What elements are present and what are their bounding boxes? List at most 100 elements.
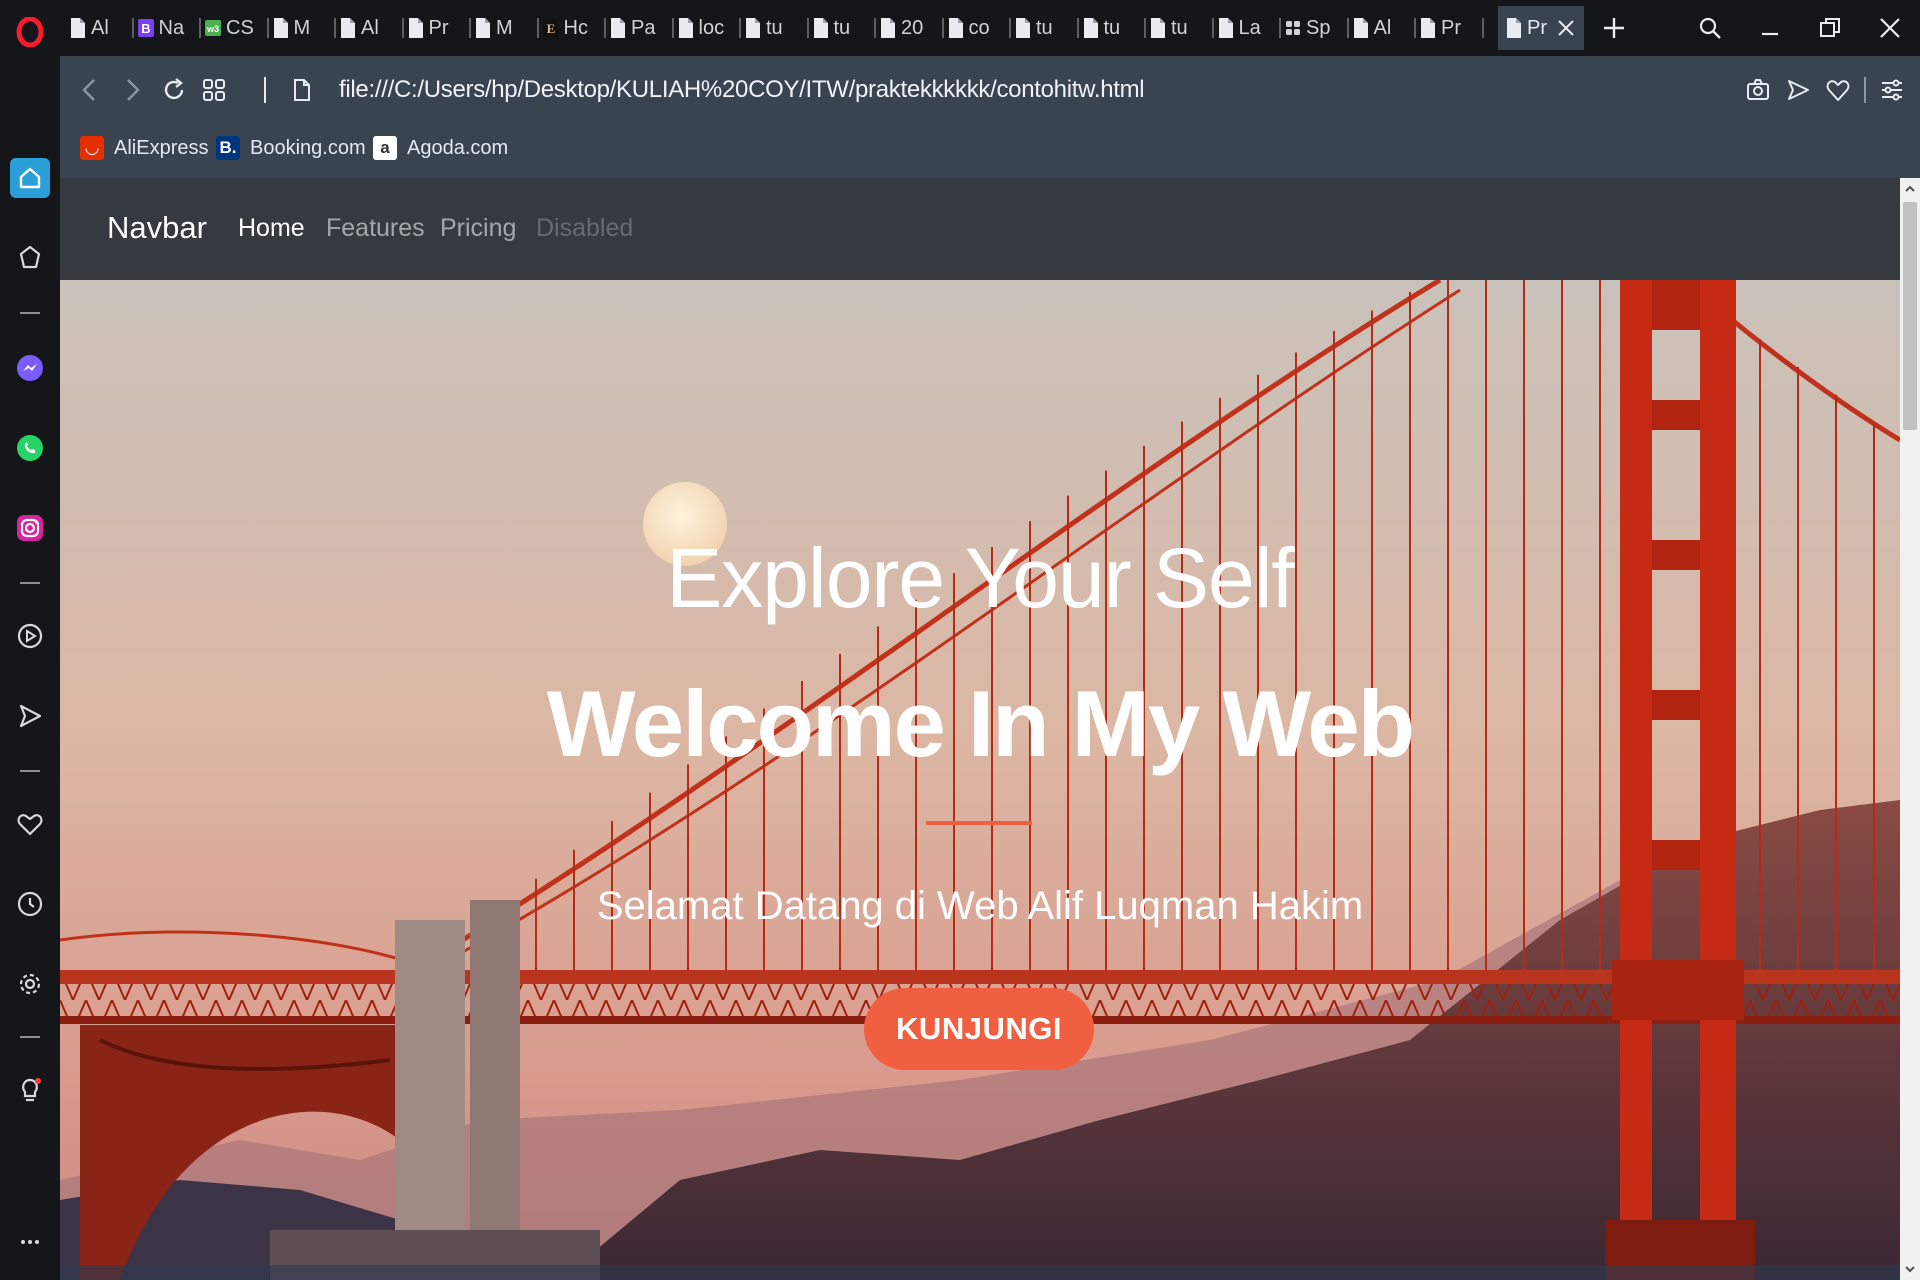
player-icon[interactable] xyxy=(10,616,50,656)
file-icon xyxy=(746,18,760,38)
instagram-icon[interactable] xyxy=(10,508,50,548)
restore-button[interactable] xyxy=(1808,8,1852,48)
bookmark-agoda[interactable]: a Agoda.com xyxy=(373,130,508,166)
tab-divider xyxy=(1009,18,1011,38)
nav-link-home[interactable]: Home xyxy=(238,214,305,243)
close-icon xyxy=(1880,18,1900,38)
file-icon xyxy=(71,18,85,38)
svg-text:w3: w3 xyxy=(206,24,219,34)
browser-window: Al B Na w3 CS M Al Pr M E Hc Pa loc tu tu 20 co tu tu tu La S… xyxy=(0,0,1920,1280)
bookmark-aliexpress[interactable]: ◡ AliExpress xyxy=(80,130,208,166)
tab-divider xyxy=(874,18,876,38)
file-icon xyxy=(678,18,693,38)
close-tab-icon[interactable] xyxy=(1557,19,1575,37)
tab-label: co xyxy=(968,16,990,39)
tab[interactable]: co xyxy=(948,6,1011,50)
web-page: Navbar Home Features Pricing Disabled Ex… xyxy=(60,178,1900,1280)
tab[interactable]: B Na xyxy=(137,6,201,50)
kunjungi-button[interactable]: KUNJUNGI xyxy=(864,988,1094,1070)
tab[interactable]: tu xyxy=(813,6,876,50)
whatsapp-icon[interactable] xyxy=(10,428,50,468)
tab-divider xyxy=(1076,18,1079,38)
scroll-up-icon[interactable] xyxy=(1903,182,1917,196)
tab-label: tu xyxy=(1171,16,1188,39)
more-dots-icon[interactable] xyxy=(10,1222,50,1262)
nav-link-features[interactable]: Features xyxy=(326,214,425,243)
tab-divider xyxy=(536,18,539,38)
tab[interactable]: Al xyxy=(70,6,134,50)
snapshot-button[interactable] xyxy=(1740,72,1776,108)
tab-divider xyxy=(199,18,201,38)
scroll-down-icon[interactable] xyxy=(1903,1262,1917,1276)
tab-divider xyxy=(131,18,134,38)
sidebar-divider xyxy=(20,770,40,772)
opera-logo-icon[interactable] xyxy=(10,12,50,52)
hero-subtitle: Explore Your Self xyxy=(666,531,1294,625)
new-tab-button[interactable] xyxy=(1592,8,1636,48)
heart-icon[interactable] xyxy=(10,804,50,844)
tab[interactable]: 20 xyxy=(880,6,944,50)
navbar-brand[interactable]: Navbar xyxy=(107,210,207,246)
tab[interactable]: loc xyxy=(678,6,741,50)
easy-setup-button[interactable] xyxy=(1874,72,1910,108)
file-icon xyxy=(1353,18,1368,38)
tab-overview-button[interactable] xyxy=(196,72,232,108)
settings-gear-icon[interactable] xyxy=(10,964,50,1004)
lightbulb-icon[interactable] xyxy=(10,1070,50,1110)
file-icon xyxy=(341,18,355,38)
hero-text: Selamat Datang di Web Alif Luqman Hakim xyxy=(596,884,1364,928)
tab-label: Hc xyxy=(563,16,588,39)
history-icon[interactable] xyxy=(10,884,50,924)
forward-button[interactable] xyxy=(114,72,150,108)
close-window-button[interactable] xyxy=(1868,8,1912,48)
bookmark-booking[interactable]: B. Booking.com xyxy=(216,130,366,166)
sidebar-divider xyxy=(20,1036,40,1038)
scrollbar-thumb[interactable] xyxy=(1903,202,1917,430)
back-button[interactable] xyxy=(72,72,108,108)
tab[interactable]: Pa xyxy=(610,6,674,50)
tab-label: tu xyxy=(1103,16,1121,39)
tab-active[interactable]: Pr xyxy=(1498,6,1584,50)
page-scrollbar[interactable] xyxy=(1900,178,1920,1280)
tab[interactable]: E Hc xyxy=(542,6,606,50)
tab[interactable]: M xyxy=(475,6,539,50)
toolbar: file:///C:/Users/hp/Desktop/KULIAH%20COY… xyxy=(60,56,1920,178)
hero-title: Welcome In My Web xyxy=(546,671,1415,776)
tab-divider xyxy=(806,18,809,38)
reload-button[interactable] xyxy=(156,72,192,108)
tab[interactable]: Pr xyxy=(1420,6,1484,50)
tab-divider xyxy=(1144,18,1146,38)
tab[interactable]: tu xyxy=(1083,6,1146,50)
tab[interactable]: tu xyxy=(745,6,809,50)
tab-label: Pr xyxy=(1527,16,1547,39)
tab[interactable]: Sp xyxy=(1285,6,1349,50)
speed-dial-icon[interactable] xyxy=(10,238,50,278)
file-icon xyxy=(273,18,288,38)
home-icon[interactable] xyxy=(10,158,50,198)
search-tabs-button[interactable] xyxy=(1688,8,1732,48)
tab[interactable]: M xyxy=(273,6,336,50)
send-icon[interactable] xyxy=(10,696,50,736)
minimize-button[interactable] xyxy=(1748,8,1792,48)
tab-label: Sp xyxy=(1306,16,1331,39)
bookmark-label: Booking.com xyxy=(250,136,366,159)
bookmark-button[interactable] xyxy=(1820,72,1856,108)
tab[interactable]: Al xyxy=(1353,6,1416,50)
page-info-button[interactable] xyxy=(284,72,320,108)
messenger-icon[interactable] xyxy=(10,348,50,388)
tab[interactable]: Pr xyxy=(408,6,471,50)
url-field[interactable]: file:///C:/Users/hp/Desktop/KULIAH%20COY… xyxy=(339,76,1145,104)
tab[interactable]: w3 CS xyxy=(205,6,269,50)
chevron-left-icon xyxy=(82,79,95,101)
tab[interactable]: Al xyxy=(340,6,404,50)
tab[interactable]: tu xyxy=(1150,6,1214,50)
tab-label: M xyxy=(293,16,311,39)
file-icon xyxy=(881,18,895,38)
nav-link-pricing[interactable]: Pricing xyxy=(440,214,516,243)
tab-divider xyxy=(739,18,741,38)
tab-label: Na xyxy=(158,16,185,39)
site-navbar: Navbar Home Features Pricing Disabled xyxy=(60,178,1900,280)
tab[interactable]: La xyxy=(1218,6,1281,50)
tab[interactable]: tu xyxy=(1015,6,1079,50)
send-page-button[interactable] xyxy=(1780,72,1816,108)
